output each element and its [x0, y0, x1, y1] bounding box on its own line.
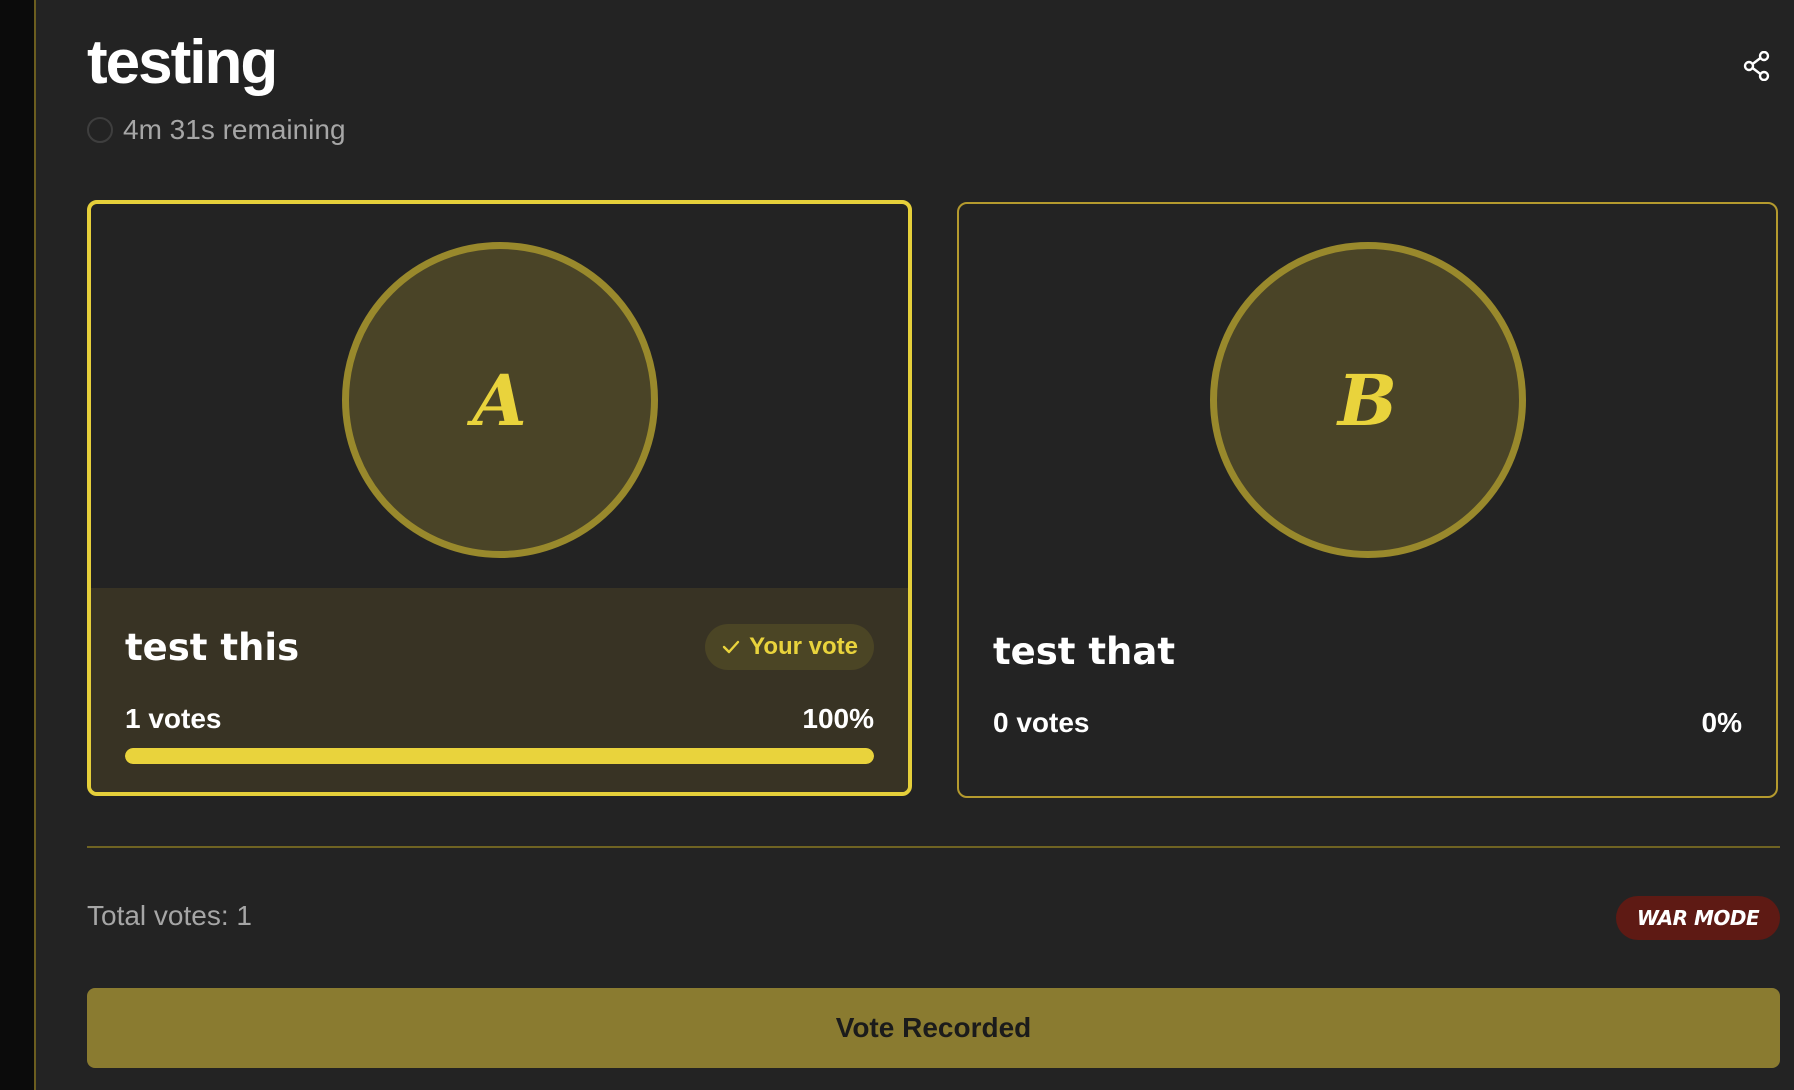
- timer-ring-icon: [87, 117, 113, 143]
- war-mode-label: WAR MODE: [1636, 906, 1760, 930]
- option-body-a: test this Your vote 1 votes 100%: [91, 588, 908, 792]
- vote-count-a: 1 votes: [125, 703, 222, 734]
- your-vote-badge: Your vote: [705, 624, 874, 670]
- option-letter-b: B: [1337, 358, 1398, 442]
- progress-fill-a: [125, 748, 874, 764]
- your-vote-label: Your vote: [749, 633, 858, 660]
- vote-percent-b: 0%: [1701, 707, 1742, 738]
- option-body-b: test that 0 votes 0%: [959, 592, 1776, 796]
- vote-count-b: 0 votes: [993, 707, 1090, 738]
- vote-recorded-button[interactable]: Vote Recorded: [87, 988, 1780, 1068]
- poll-title: testing: [87, 28, 278, 97]
- share-button[interactable]: [1737, 46, 1777, 86]
- timer-text: 4m 31s remaining: [123, 114, 346, 145]
- timer: 4m 31s remaining: [87, 114, 346, 146]
- option-title-a: test this: [125, 626, 300, 669]
- option-card-a[interactable]: A test this Your vote 1 votes 100%: [87, 200, 912, 796]
- votes-row-b: 0 votes 0%: [993, 707, 1742, 739]
- share-icon: [1743, 51, 1770, 81]
- poll-page: testing 4m 31s remaining A test this You…: [87, 0, 1780, 1090]
- war-mode-badge: WAR MODE: [1616, 896, 1780, 940]
- option-image-area: A: [91, 204, 908, 588]
- progress-track-a: [125, 748, 874, 764]
- options-grid: A test this Your vote 1 votes 100% B tes…: [87, 200, 1780, 800]
- vote-percent-a: 100%: [802, 703, 874, 734]
- option-avatar-b: B: [1209, 242, 1526, 558]
- check-icon: [722, 640, 740, 654]
- option-avatar-a: A: [341, 242, 658, 558]
- option-title-b: test that: [993, 630, 1176, 673]
- option-letter-a: A: [472, 358, 527, 442]
- option-image-area: B: [959, 204, 1776, 588]
- votes-row-a: 1 votes 100%: [125, 703, 874, 735]
- option-card-b[interactable]: B test that 0 votes 0%: [957, 202, 1778, 798]
- divider: [87, 846, 1780, 848]
- left-gutter: [0, 0, 36, 1090]
- total-votes: Total votes: 1: [87, 900, 252, 931]
